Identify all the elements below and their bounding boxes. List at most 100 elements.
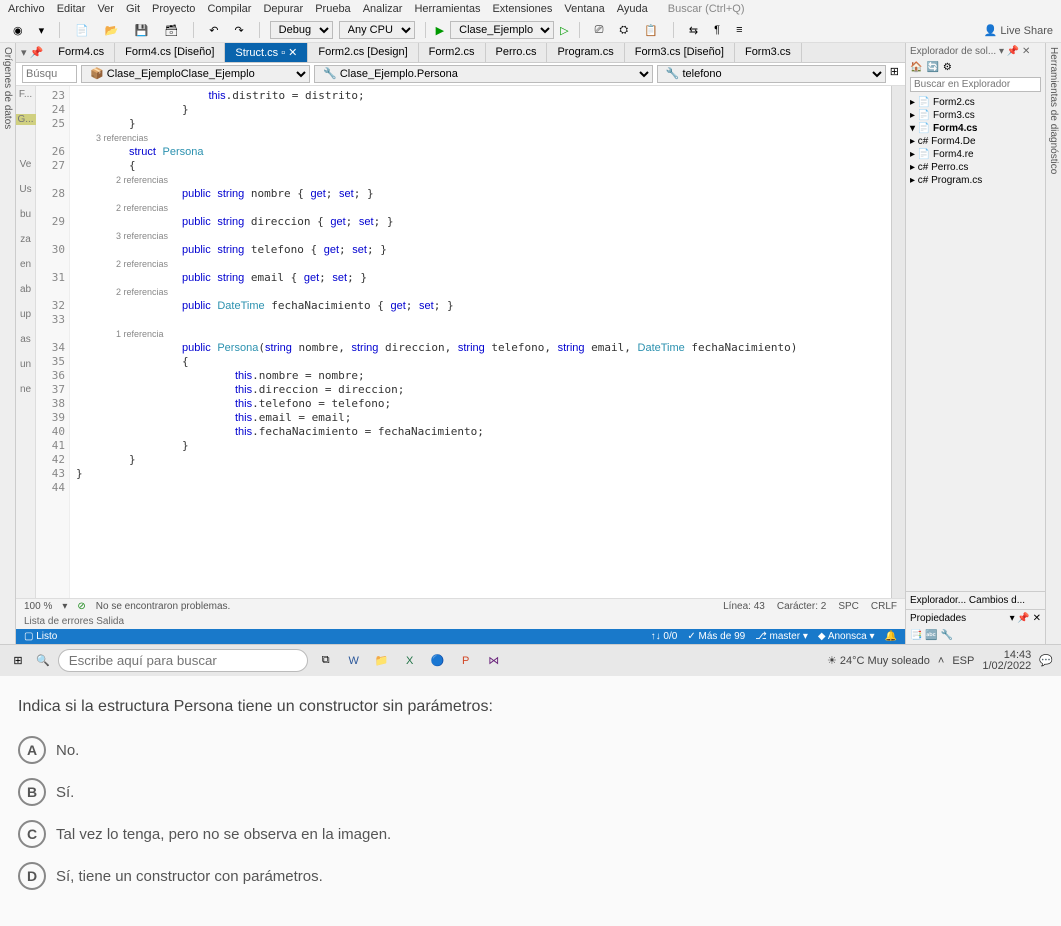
menu-prueba[interactable]: Prueba <box>315 3 350 15</box>
project-select[interactable]: 📦 Clase_EjemploClase_Ejemplo <box>81 65 310 83</box>
member-select[interactable]: 🔧 telefono <box>657 65 886 83</box>
margin-breakpoint[interactable]: G... <box>16 114 36 125</box>
search-input[interactable] <box>22 65 77 83</box>
option-c[interactable]: C Tal vez lo tenga, pero no se observa e… <box>18 820 1043 848</box>
menu-analizar[interactable]: Analizar <box>363 3 403 15</box>
tab-form4cs[interactable]: Form4.cs <box>48 43 115 62</box>
tree-item[interactable]: ▸ 📄 Form3.cs <box>910 109 1041 122</box>
menu-git[interactable]: Git <box>126 3 140 15</box>
option-d[interactable]: D Sí, tiene un constructor con parámetro… <box>18 862 1043 890</box>
forward-button[interactable]: ▾ <box>34 22 50 39</box>
tray-chevron-icon[interactable]: ˄ <box>938 655 944 667</box>
open-icon[interactable]: 📂 <box>100 22 124 39</box>
undo-icon[interactable]: ↶ <box>204 22 223 39</box>
save-icon[interactable]: 💾 <box>130 22 154 39</box>
chrome-icon[interactable]: 🔵 <box>428 651 448 671</box>
bottom-tabs[interactable]: Lista de errores Salida <box>16 614 905 629</box>
tab-dropdown-icon[interactable]: ▾ 📌 <box>16 43 48 62</box>
excel-icon[interactable]: X <box>400 651 420 671</box>
tab-perrocs[interactable]: Perro.cs <box>486 43 548 62</box>
back-button[interactable]: ◉ <box>8 22 28 39</box>
tab-programcs[interactable]: Program.cs <box>547 43 624 62</box>
taskview-icon[interactable]: ⧉ <box>316 651 336 671</box>
powerpoint-icon[interactable]: P <box>456 651 476 671</box>
tree-item[interactable]: ▸ c# Program.cs <box>910 174 1041 187</box>
explorer-icon[interactable]: 📁 <box>372 651 392 671</box>
taskbar-search[interactable] <box>58 649 308 672</box>
tab-form3design[interactable]: Form3.cs [Diseño] <box>625 43 735 62</box>
solution-tree[interactable]: ▸ 📄 Form2.cs ▸ 📄 Form3.cs ▾ 📄 Form4.cs ▸… <box>906 94 1045 591</box>
tree-item[interactable]: ▸ c# Perro.cs <box>910 161 1041 174</box>
vertical-scrollbar[interactable] <box>891 86 905 598</box>
config-select[interactable]: Debug <box>270 21 333 39</box>
redo-icon[interactable]: ↷ <box>229 22 248 39</box>
menu-archivo[interactable]: Archivo <box>8 3 45 15</box>
right-dock-tabs[interactable]: Herramientas de diagnóstico <box>1045 43 1061 644</box>
tree-item[interactable]: ▸ c# Form4.De <box>910 135 1041 148</box>
startup-select[interactable]: Clase_Ejemplo <box>450 21 554 39</box>
properties-panel[interactable]: Propiedades ▾ 📌 ✕ 📑 🔤 🔧 <box>906 609 1045 644</box>
refresh-icon[interactable]: 🔄 <box>926 62 938 73</box>
indent-mode[interactable]: SPC <box>838 601 859 612</box>
platform-select[interactable]: Any CPU <box>339 21 415 39</box>
zoom-label[interactable]: 100 % <box>24 601 52 612</box>
margin-strip: F... G... Ve Us bu za en ab up as un ne <box>16 86 36 598</box>
git-pos[interactable]: ↑↓ 0/0 <box>651 631 678 642</box>
split-icon[interactable]: ⊞ <box>890 65 899 83</box>
class-select[interactable]: 🔧 Clase_Ejemplo.Persona <box>314 65 653 83</box>
tree-item[interactable]: ▾ 📄 Form4.cs <box>910 122 1041 135</box>
code-editor[interactable]: this.distrito = distrito; } } 3 referenc… <box>70 86 891 598</box>
menu-editar[interactable]: Editar <box>57 3 86 15</box>
notif-icon[interactable]: 🔔 <box>885 631 897 642</box>
search-icon: 🔍 <box>36 654 50 667</box>
margin-bookmark[interactable]: F... <box>19 89 32 100</box>
tool-icon5[interactable]: ¶ <box>709 22 725 38</box>
tree-item[interactable]: ▸ 📄 Form2.cs <box>910 96 1041 109</box>
weather-widget[interactable]: ☀ 24°C Muy soleado <box>827 654 930 667</box>
git-commits[interactable]: ✓ Más de 99 <box>687 631 745 642</box>
menu-proyecto[interactable]: Proyecto <box>152 3 195 15</box>
tool-icon1[interactable]: ⎚ <box>590 22 609 39</box>
home-icon[interactable]: 🏠 <box>910 62 922 73</box>
menu-ventana[interactable]: Ventana <box>564 3 604 15</box>
tool-icon4[interactable]: ⇆ <box>684 22 703 39</box>
new-icon[interactable]: 📄 <box>70 22 94 39</box>
option-letter: C <box>18 820 46 848</box>
tool-icon6[interactable]: ≡ <box>731 22 747 38</box>
tool-icon2[interactable]: ⛭ <box>614 22 633 39</box>
tab-form4design[interactable]: Form4.cs [Diseño] <box>115 43 225 62</box>
tray-notif-icon[interactable]: 💬 <box>1039 654 1053 667</box>
menu-depurar[interactable]: Depurar <box>263 3 303 15</box>
menu-search-hint[interactable]: Buscar (Ctrl+Q) <box>668 3 745 15</box>
tool-icon3[interactable]: 📋 <box>639 22 663 39</box>
main-toolbar: ◉ ▾ 📄 📂 💾 🗃 ↶ ↷ Debug Any CPU ▶ Clase_Ej… <box>0 18 1061 43</box>
liveshare-button[interactable]: 👤 Live Share <box>984 24 1053 37</box>
tray-clock[interactable]: 14:431/02/2022 <box>982 650 1031 672</box>
tab-structcs[interactable]: Struct.cs ▫ ✕ <box>225 43 308 62</box>
menu-compilar[interactable]: Compilar <box>207 3 251 15</box>
tab-form3cs[interactable]: Form3.cs <box>735 43 802 62</box>
saveall-icon[interactable]: 🗃 <box>159 22 183 39</box>
menu-ayuda[interactable]: Ayuda <box>617 3 648 15</box>
git-branch[interactable]: ⎇ master ▾ <box>755 631 808 642</box>
lineend-mode[interactable]: CRLF <box>871 601 897 612</box>
word-icon[interactable]: W <box>344 651 364 671</box>
menu-extensiones[interactable]: Extensiones <box>492 3 552 15</box>
option-b[interactable]: B Sí. <box>18 778 1043 806</box>
menu-herramientas[interactable]: Herramientas <box>414 3 480 15</box>
tray-lang[interactable]: ESP <box>952 655 974 667</box>
gear-icon[interactable]: ⚙ <box>943 62 952 73</box>
left-dock-tabs[interactable]: Orígenes de datos <box>0 43 16 644</box>
solution-search[interactable] <box>910 77 1041 92</box>
option-a[interactable]: A No. <box>18 736 1043 764</box>
explorer-tabs[interactable]: Explorador... Cambios d... <box>906 591 1045 609</box>
tab-form2design[interactable]: Form2.cs [Design] <box>308 43 418 62</box>
tab-form2cs[interactable]: Form2.cs <box>419 43 486 62</box>
vs-icon[interactable]: ⋈ <box>484 651 504 671</box>
margin-lbl: Ve <box>20 159 32 170</box>
git-repo[interactable]: ◆ Anonsca ▾ <box>818 631 875 642</box>
tree-item[interactable]: ▸ 📄 Form4.re <box>910 148 1041 161</box>
issues-label[interactable]: No se encontraron problemas. <box>96 601 231 612</box>
start-button[interactable]: ⊞ <box>8 651 28 671</box>
menu-ver[interactable]: Ver <box>97 3 114 15</box>
